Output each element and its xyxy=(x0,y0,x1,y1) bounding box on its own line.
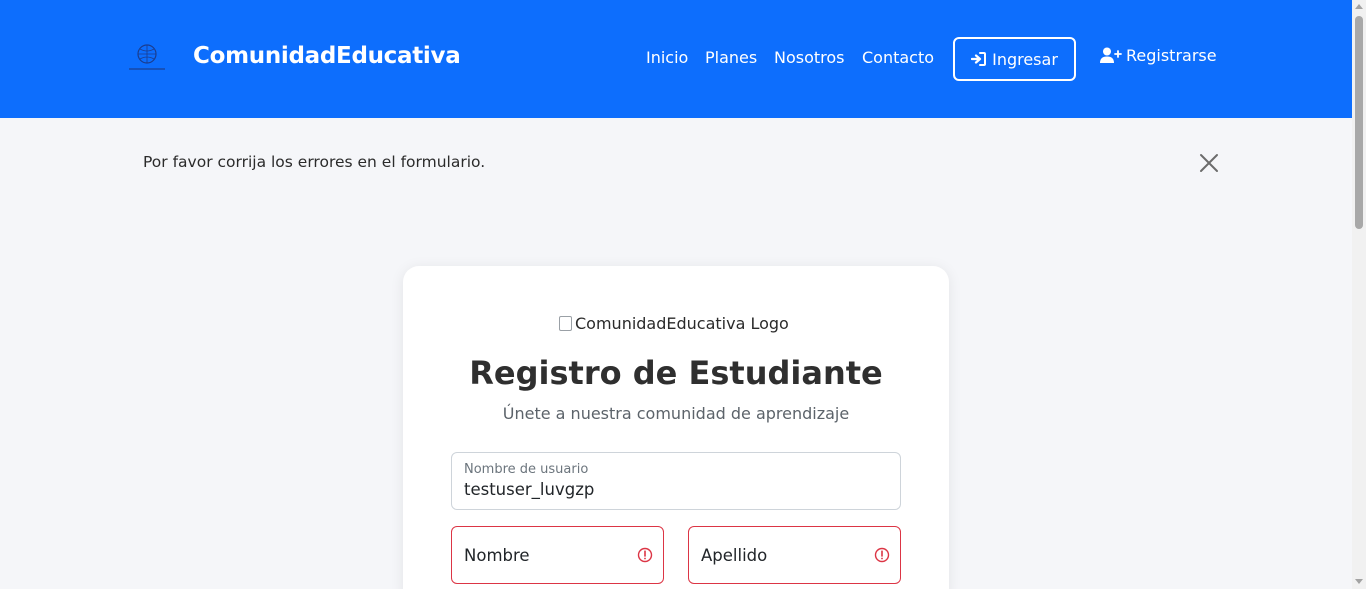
scrollbar[interactable] xyxy=(1352,0,1366,589)
nav-link-inicio[interactable]: Inicio xyxy=(646,48,688,67)
first-name-placeholder: Nombre xyxy=(464,546,530,565)
last-name-placeholder: Apellido xyxy=(701,546,768,565)
nav-link-nosotros[interactable]: Nosotros xyxy=(774,48,845,67)
exclamation-circle-icon xyxy=(874,547,890,563)
login-button[interactable]: Ingresar xyxy=(953,37,1076,81)
navbar: ComunidadEducativa Inicio Planes Nosotro… xyxy=(0,0,1352,118)
page-subtitle: Únete a nuestra comunidad de aprendizaje xyxy=(502,404,850,423)
username-label: Nombre de usuario xyxy=(464,462,589,477)
username-value[interactable]: testuser_luvgzp xyxy=(464,480,594,499)
login-label: Ingresar xyxy=(992,49,1058,69)
last-name-field[interactable]: Apellido xyxy=(688,526,901,584)
scroll-up-arrow-icon[interactable] xyxy=(1355,4,1363,9)
card-logo-alt-text: ComunidadEducativa Logo xyxy=(575,314,789,333)
register-label: Registrarse xyxy=(1126,46,1217,65)
sign-in-icon xyxy=(971,52,987,66)
exclamation-circle-icon xyxy=(637,547,653,563)
user-plus-icon xyxy=(1100,47,1122,63)
card-logo: ComunidadEducativa Logo xyxy=(559,314,789,333)
brand-logo-icon[interactable] xyxy=(127,41,167,75)
brand-name[interactable]: ComunidadEducativa xyxy=(193,43,461,69)
first-name-field[interactable]: Nombre xyxy=(451,526,664,584)
nav-link-planes[interactable]: Planes xyxy=(705,48,757,67)
register-button[interactable]: Registrarse xyxy=(1100,46,1217,65)
username-field[interactable]: Nombre de usuario testuser_luvgzp xyxy=(451,452,901,510)
scroll-down-arrow-icon[interactable] xyxy=(1355,579,1363,584)
page-title: Registro de Estudiante xyxy=(469,354,883,392)
alert-message: Por favor corrija los errores en el form… xyxy=(143,153,486,171)
close-icon[interactable] xyxy=(1198,152,1220,174)
scrollbar-thumb[interactable] xyxy=(1355,16,1363,229)
broken-image-icon xyxy=(559,316,572,331)
nav-link-contacto[interactable]: Contacto xyxy=(862,48,934,67)
